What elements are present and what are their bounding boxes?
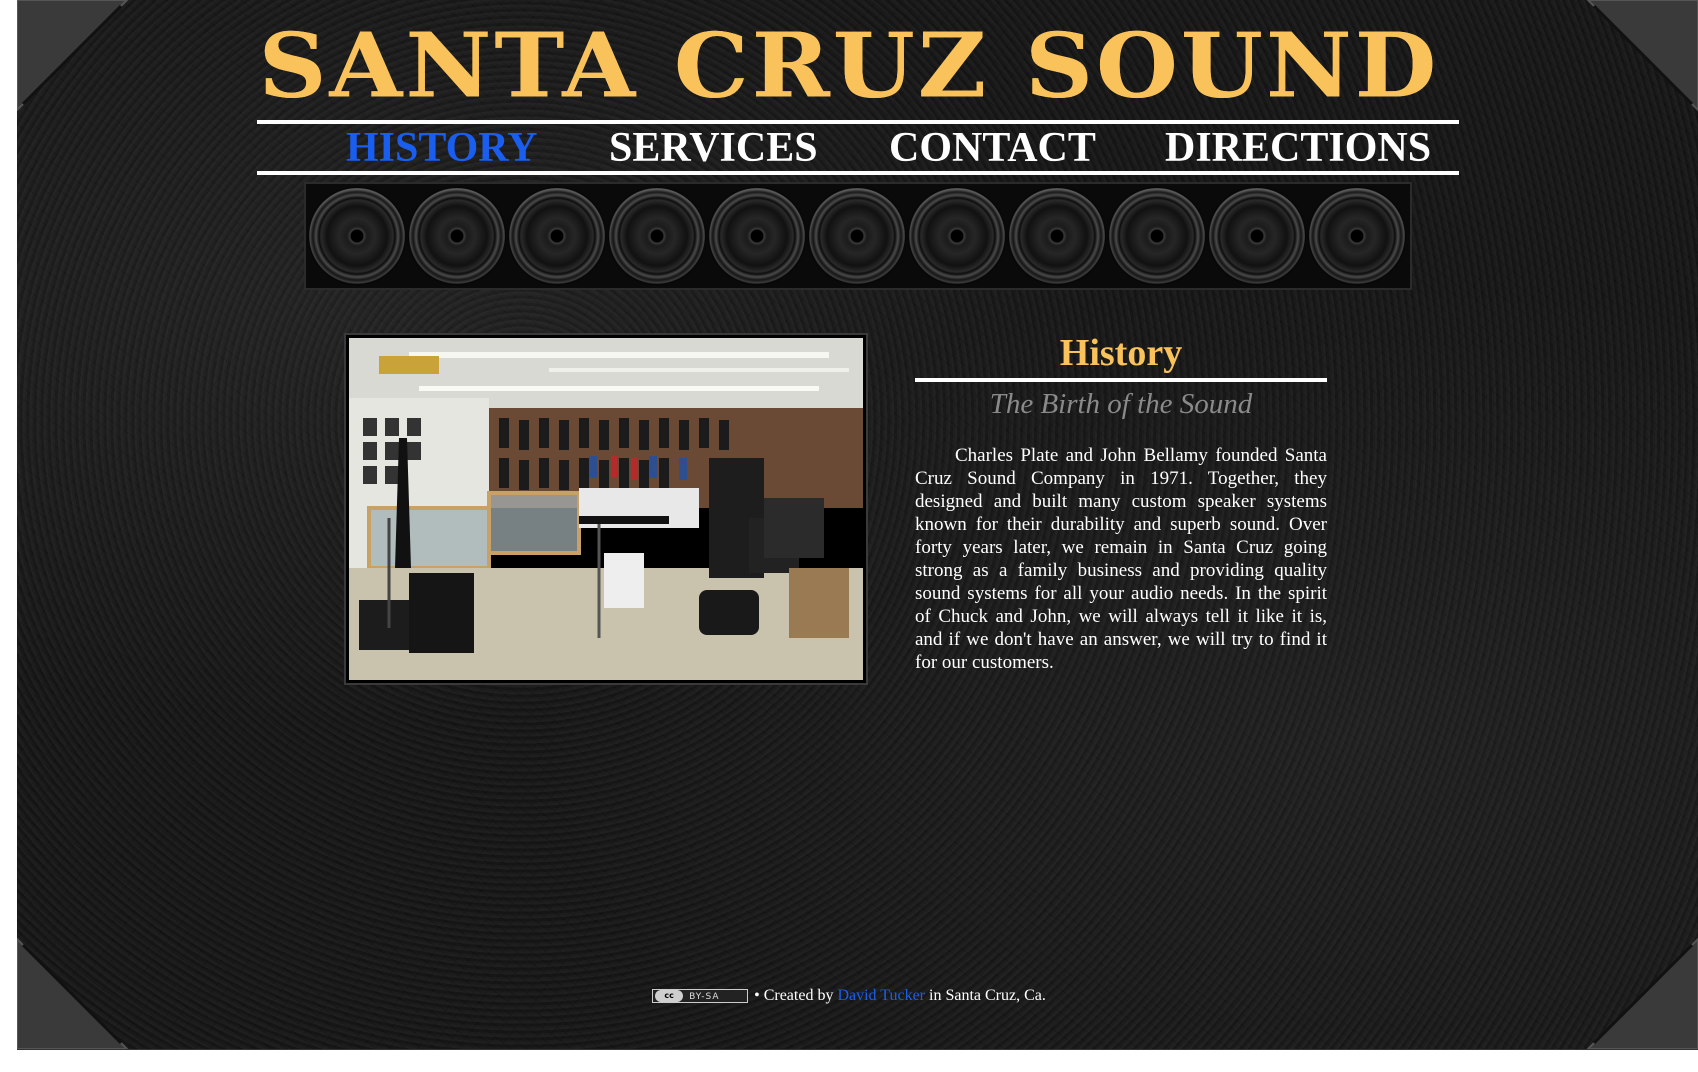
speaker-banner [304,182,1412,290]
main-nav: HISTORY SERVICES CONTACT DIRECTIONS [257,124,1459,172]
cc-license-badge[interactable]: cc BY-SA [652,989,749,1004]
speaker-icon [909,188,1005,284]
article-body: Charles Plate and John Bellamy founded S… [915,445,1327,673]
speaker-icon [709,188,805,284]
footer-suffix: in Santa Cruz, Ca. [929,987,1046,1004]
site-title-logo: SANTA CRUZ SOUND [258,13,1440,119]
heading-rule [915,378,1327,382]
speaker-icon [1309,188,1405,284]
nav-link-contact[interactable]: CONTACT [889,124,1096,172]
article-subheading: The Birth of the Sound [989,388,1253,420]
cc-icon: cc [655,990,684,1003]
nav-link-history[interactable]: HISTORY [346,124,537,172]
speaker-icon [1209,188,1305,284]
speaker-icon [409,188,505,284]
nav-bottom-rule [257,171,1459,175]
speaker-icon [1109,188,1205,284]
nav-link-directions[interactable]: DIRECTIONS [1165,124,1431,172]
store-interior-image [349,338,863,680]
speaker-icon [609,188,705,284]
footer: cc BY-SA • Created by David Tucker in Sa… [0,986,1698,1006]
speaker-icon [309,188,405,284]
speaker-icon [809,188,905,284]
history-article: History The Birth of the Sound Charles P… [915,330,1327,674]
speaker-icon [1009,188,1105,284]
nav-link-services[interactable]: SERVICES [609,124,818,172]
footer-prefix: • Created by [754,987,834,1004]
cc-license-text: BY-SA [689,992,720,1003]
store-photo [344,333,868,685]
author-link[interactable]: David Tucker [837,987,925,1004]
speaker-icon [509,188,605,284]
article-heading: History [1059,332,1183,374]
